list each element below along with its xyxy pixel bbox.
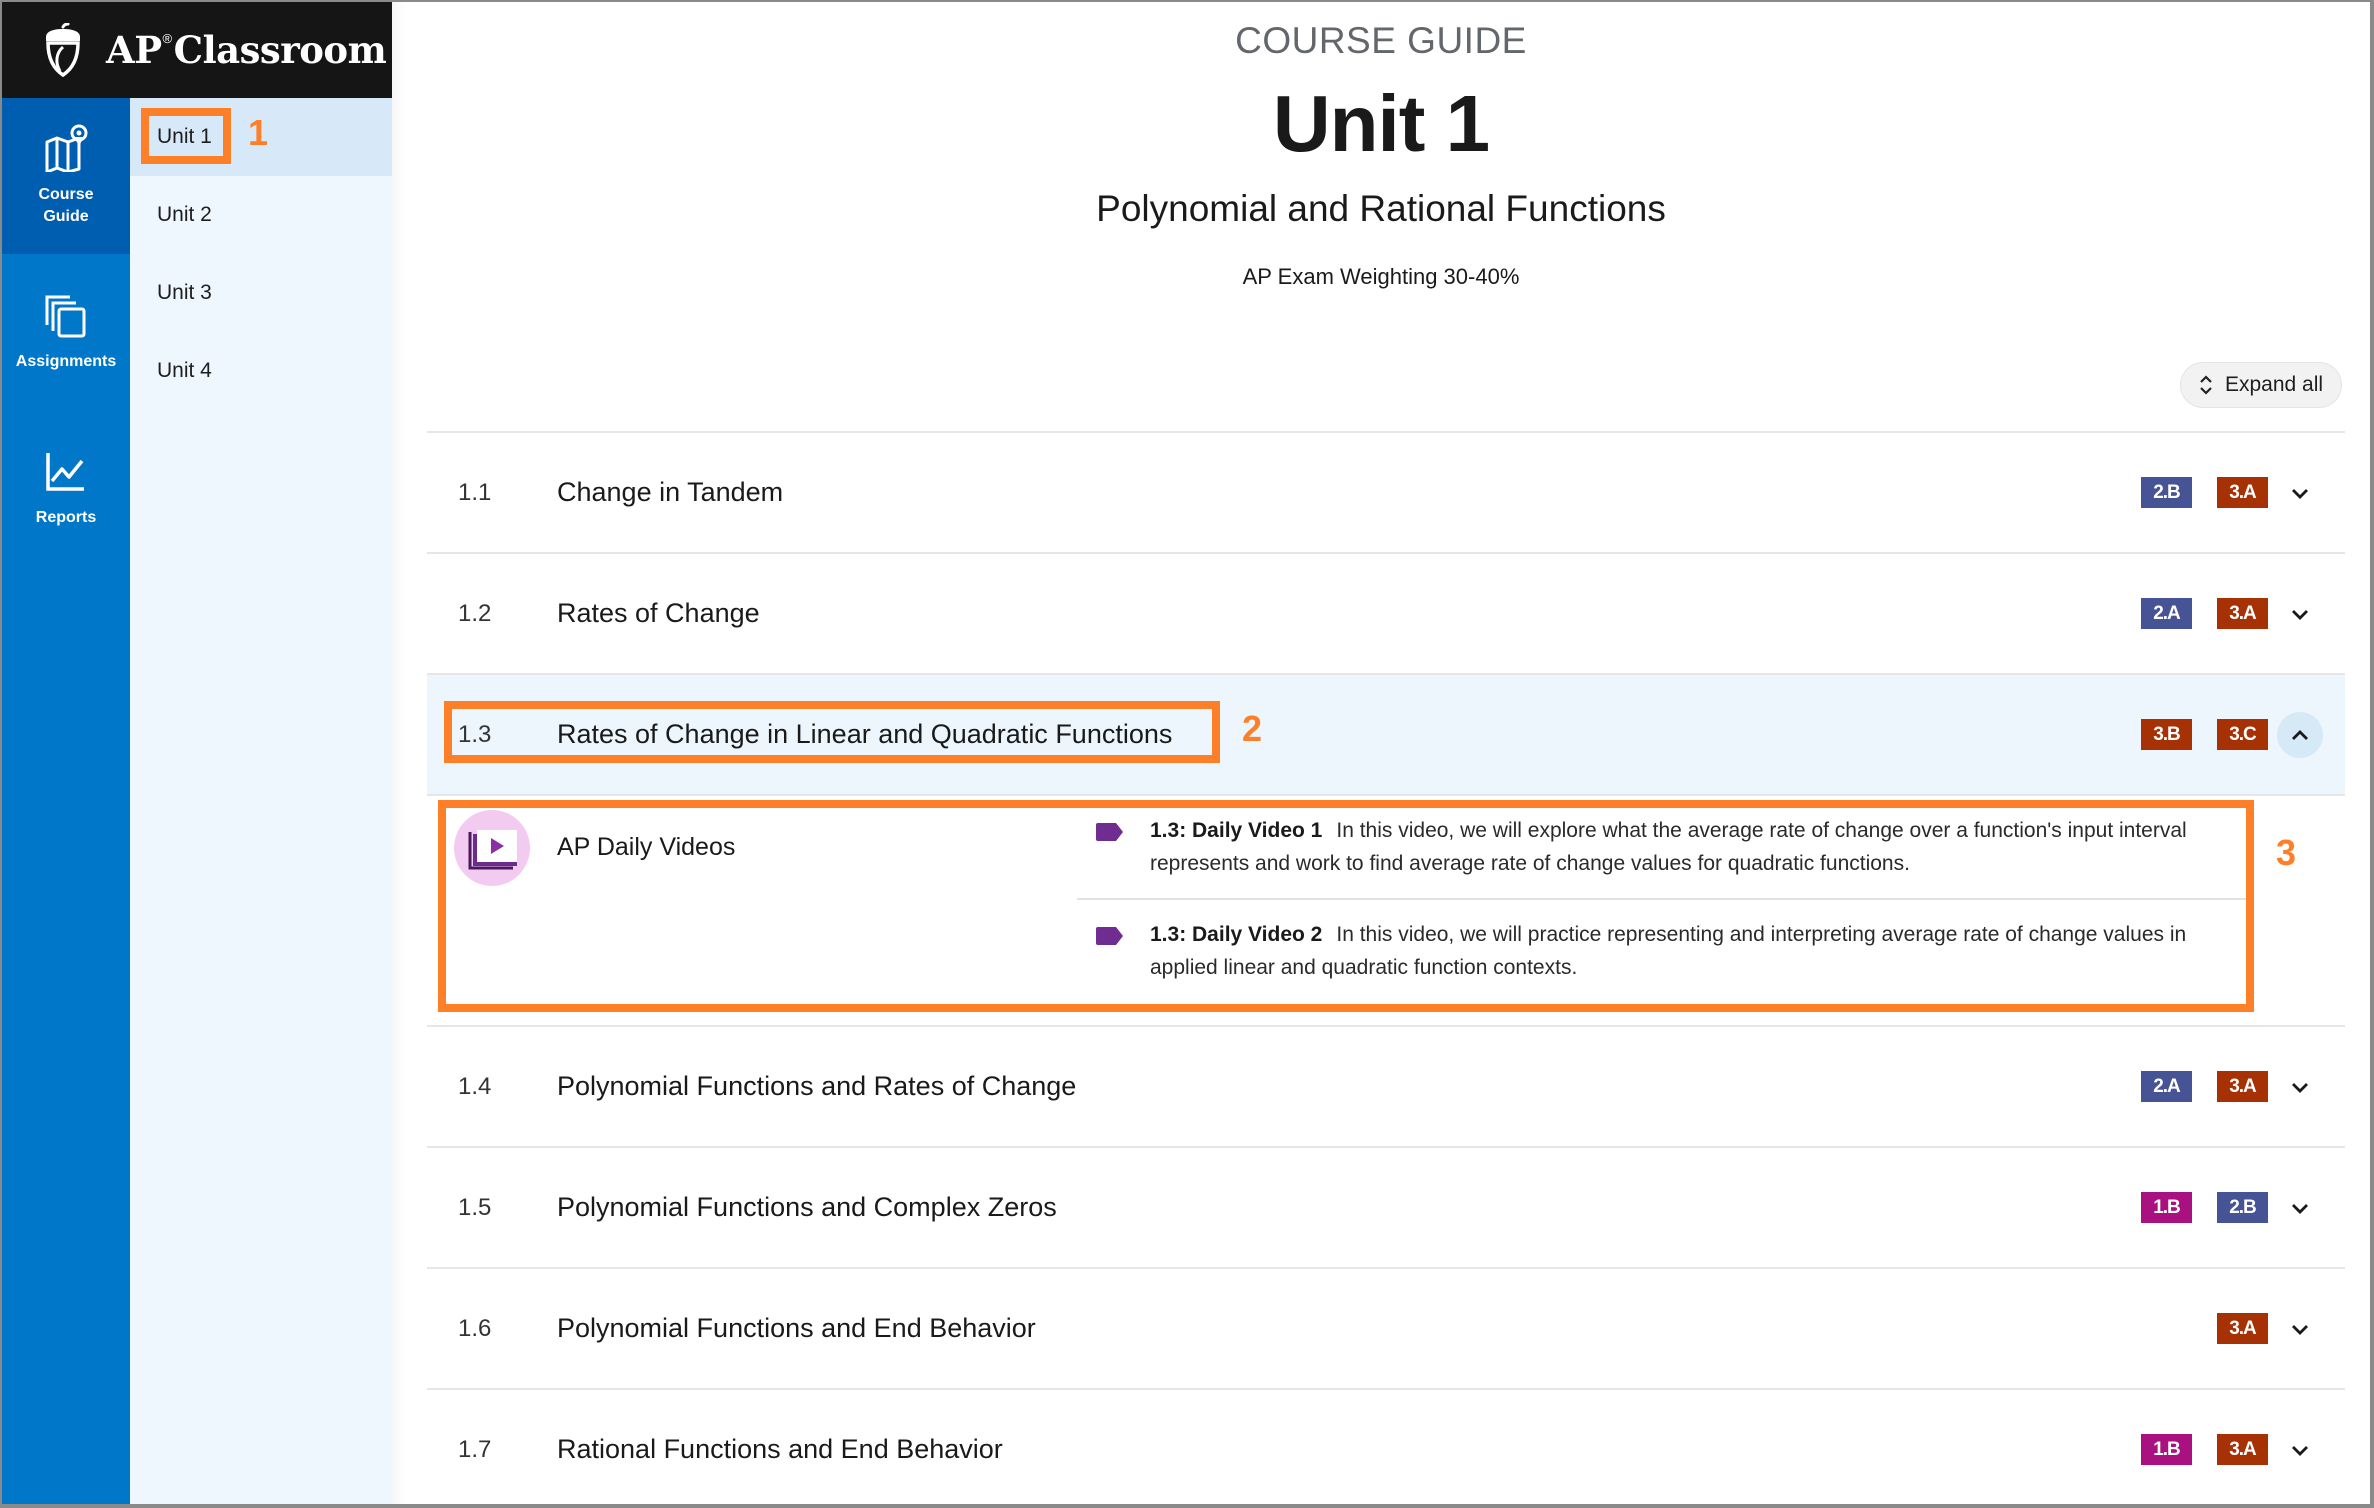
- skill-badges: 1.B 2.B: [2141, 1192, 2268, 1223]
- topic-title: Polynomial Functions and Complex Zeros: [557, 1192, 1057, 1222]
- expand-toggle[interactable]: [2277, 1185, 2323, 1231]
- topic-list: 1.1 Change in Tandem 2.B 3.A 1.2 Rates o…: [427, 431, 2345, 1504]
- skill-badges: 2.A 3.A: [2141, 598, 2268, 629]
- nav-label: Guide: [43, 208, 89, 225]
- expand-all-label: Expand all: [2224, 373, 2324, 396]
- topic-number: 1.2: [458, 599, 492, 627]
- page-eyebrow: COURSE GUIDE: [1235, 20, 1527, 61]
- expand-toggle[interactable]: [2277, 470, 2323, 516]
- topic-row[interactable]: 1.2 Rates of Change 2.A 3.A: [427, 552, 2345, 673]
- unit-item-4[interactable]: Unit 4: [130, 332, 392, 410]
- nav-label: Course: [38, 186, 94, 203]
- line-chart-icon: [46, 453, 84, 491]
- skill-badge: 1.B: [2141, 1192, 2192, 1223]
- video-title[interactable]: 1.3: Daily Video 1: [1150, 819, 1322, 842]
- topic-row[interactable]: 1.6 Polynomial Functions and End Behavio…: [427, 1267, 2345, 1388]
- skill-badges: 1.B 3.A: [2141, 1434, 2268, 1465]
- video-title[interactable]: 1.3: Daily Video 2: [1150, 923, 1322, 946]
- skill-badge: 2.B: [2217, 1192, 2268, 1223]
- topic-row[interactable]: 1.5 Polynomial Functions and Complex Zer…: [427, 1146, 2345, 1267]
- topic-number: 1.6: [458, 1314, 492, 1342]
- brand-name: AP®Classroom: [106, 28, 387, 72]
- video-item[interactable]: 1.3: Daily Video 1 In this video, we will…: [1077, 796, 2250, 898]
- expand-toggle[interactable]: [2277, 1064, 2323, 1110]
- topic-row[interactable]: 1.7 Rational Functions and End Behavior …: [427, 1388, 2345, 1504]
- skill-badge: 2.B: [2141, 477, 2192, 508]
- topic-title: Rates of Change: [557, 598, 760, 628]
- skill-badge: 3.C: [2217, 719, 2268, 750]
- video-tag-icon: [1096, 823, 1123, 841]
- chevron-down-icon: [2292, 1082, 2308, 1093]
- topic-row[interactable]: 1.4 Polynomial Functions and Rates of Ch…: [427, 1025, 2345, 1146]
- topic-row-expanded[interactable]: 1.3 Rates of Change in Linear and Quadra…: [427, 673, 2345, 794]
- skill-badge: 3.A: [2217, 1313, 2268, 1344]
- chevron-down-icon: [2292, 488, 2308, 499]
- topic-number: 1.4: [458, 1072, 492, 1100]
- nav-reports[interactable]: Reports: [2, 410, 130, 566]
- expand-collapse-icon: [2200, 375, 2212, 395]
- topic-resources-panel: AP Daily Videos 1.3: Daily Video 1 In thi…: [427, 794, 2345, 1025]
- skill-badge: 2.A: [2141, 598, 2192, 629]
- topic-title: Polynomial Functions and Rates of Change: [557, 1071, 1077, 1101]
- collapse-toggle[interactable]: [2277, 711, 2323, 758]
- video-library-icon: [454, 810, 530, 886]
- nav-label: Assignments: [15, 353, 117, 370]
- topic-number: 1.3: [458, 720, 492, 748]
- unit-nav: Unit 1 Unit 2 Unit 3 Unit 4: [130, 98, 392, 1504]
- page-title: Unit 1: [1272, 79, 1490, 168]
- skill-badge: 3.A: [2217, 477, 2268, 508]
- primary-nav: Course Guide Assignments Reports: [2, 98, 130, 1504]
- video-list: 1.3: Daily Video 1 In this video, we will…: [1077, 796, 2250, 1002]
- skill-badge: 2.A: [2141, 1071, 2192, 1102]
- unit-item-2[interactable]: Unit 2: [130, 176, 392, 254]
- acorn-logo-icon: [46, 23, 80, 77]
- nav-assignments[interactable]: Assignments: [2, 254, 130, 410]
- topic-row[interactable]: 1.1 Change in Tandem 2.B 3.A: [427, 431, 2345, 552]
- skill-badge: 3.A: [2217, 598, 2268, 629]
- topic-title: Rational Functions and End Behavior: [557, 1434, 1003, 1464]
- brand-header[interactable]: AP®Classroom: [2, 2, 392, 98]
- topic-number: 1.7: [458, 1435, 492, 1463]
- topic-number: 1.5: [458, 1193, 492, 1221]
- nav-course-guide[interactable]: Course Guide: [2, 98, 130, 254]
- map-pin-icon: [45, 124, 88, 172]
- unit-subtitle: Polynomial and Rational Functions: [1096, 188, 1666, 229]
- skill-badge: 3.A: [2217, 1071, 2268, 1102]
- skill-badges: 2.B 3.A: [2141, 477, 2268, 508]
- skill-badge: 1.B: [2141, 1434, 2192, 1465]
- expand-toggle[interactable]: [2277, 591, 2323, 637]
- chevron-up-icon: [2292, 729, 2308, 740]
- expand-all-button[interactable]: Expand all: [2180, 362, 2342, 408]
- skill-badges: 2.A 3.A: [2141, 1071, 2268, 1102]
- video-item[interactable]: 1.3: Daily Video 2 In this video, we will…: [1077, 898, 2250, 1002]
- nav-label: Reports: [35, 509, 97, 526]
- chevron-down-icon: [2292, 1324, 2308, 1335]
- expand-toggle[interactable]: [2277, 1427, 2323, 1473]
- course-guide-main: COURSE GUIDE Unit 1 Polynomial and Ratio…: [392, 2, 2370, 1504]
- app-window: AP®Classroom Course Guide Assignments Re…: [2, 2, 2370, 1504]
- topic-number: 1.1: [458, 478, 492, 506]
- unit-item-3[interactable]: Unit 3: [130, 254, 392, 332]
- unit-item-1[interactable]: Unit 1: [130, 98, 392, 176]
- topic-title: Change in Tandem: [557, 477, 784, 507]
- exam-weighting: AP Exam Weighting 30-40%: [1242, 264, 1520, 289]
- skill-badge: 3.B: [2141, 719, 2192, 750]
- skill-badges: 3.A: [2217, 1313, 2268, 1344]
- resource-type-label: AP Daily Videos: [557, 833, 736, 861]
- chevron-down-icon: [2292, 1203, 2308, 1214]
- stacked-pages-icon: [45, 295, 86, 338]
- skill-badges: 3.B 3.C: [2141, 719, 2268, 750]
- topic-title: Polynomial Functions and End Behavior: [557, 1313, 1036, 1343]
- skill-badge: 3.A: [2217, 1434, 2268, 1465]
- video-tag-icon: [1096, 927, 1123, 945]
- chevron-down-icon: [2292, 609, 2308, 620]
- topic-title: Rates of Change in Linear and Quadratic …: [557, 719, 1173, 749]
- expand-toggle[interactable]: [2277, 1306, 2323, 1352]
- chevron-down-icon: [2292, 1445, 2308, 1456]
